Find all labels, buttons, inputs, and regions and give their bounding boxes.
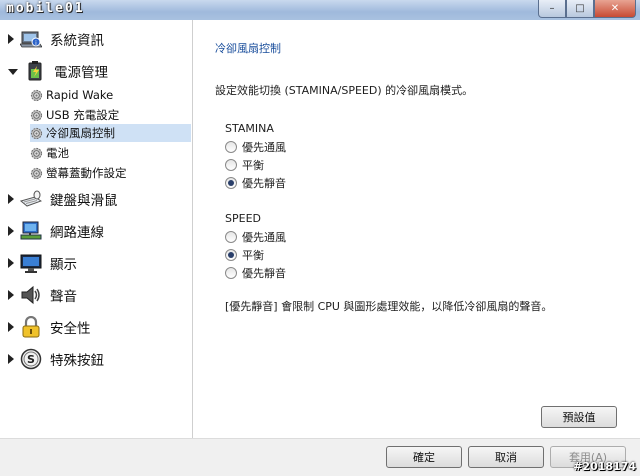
sidebar-item-label: 電源管理 [54, 65, 108, 81]
stamina-option-balanced[interactable]: 平衡 [225, 158, 264, 172]
radio-label: 優先靜音 [242, 177, 286, 190]
expand-arrow-icon[interactable] [8, 226, 14, 236]
page-description: 設定效能切換 (STAMINA/SPEED) 的冷卻風扇模式。 [215, 84, 474, 97]
dialog-footer: 確定 取消 套用(A) [0, 438, 640, 476]
sidebar-subitem-label: 電池 [46, 146, 69, 160]
expand-arrow-icon[interactable] [8, 34, 14, 44]
speed-option-ventilation[interactable]: 優先通風 [225, 230, 286, 244]
radio-button-selected[interactable] [225, 249, 237, 261]
watermark-text: #2018174 [573, 460, 636, 473]
sidebar-item-security[interactable]: 安全性 [0, 314, 192, 340]
close-button[interactable]: ✕ [594, 0, 636, 18]
sidebar-item-sound[interactable]: 聲音 [0, 282, 192, 308]
sidebar: i 系統資訊 電源管理 Rapid Wake USB 充電設定 冷卻風扇控制 電… [0, 20, 193, 438]
radio-button[interactable] [225, 267, 237, 279]
radio-label: 優先通風 [242, 141, 286, 154]
radio-button[interactable] [225, 231, 237, 243]
network-icon [20, 220, 42, 242]
collapse-arrow-icon[interactable] [8, 69, 18, 75]
gear-icon [30, 109, 43, 121]
expand-arrow-icon[interactable] [8, 194, 14, 204]
sidebar-item-power-management[interactable]: 電源管理 [0, 58, 192, 84]
expand-arrow-icon[interactable] [8, 290, 14, 300]
radio-label: 優先靜音 [242, 267, 286, 280]
gear-icon [30, 127, 43, 139]
stamina-option-quiet[interactable]: 優先靜音 [225, 176, 286, 190]
cancel-button[interactable]: 取消 [468, 446, 544, 468]
quiet-mode-note: [優先靜音] 會限制 CPU 與圖形處理效能，以降低冷卻風扇的聲音。 [225, 300, 553, 313]
gear-icon [30, 147, 43, 159]
sidebar-item-label: 網路連線 [50, 225, 104, 241]
title-bar: mobile01 – □ ✕ [0, 0, 640, 20]
sidebar-subitem-label: Rapid Wake [46, 88, 114, 102]
battery-power-icon [24, 60, 46, 82]
speaker-icon [20, 284, 42, 306]
expand-arrow-icon[interactable] [8, 258, 14, 268]
stamina-option-ventilation[interactable]: 優先通風 [225, 140, 286, 154]
radio-label: 優先通風 [242, 231, 286, 244]
sidebar-subitem-fan-control[interactable]: 冷卻風扇控制 [30, 124, 191, 142]
maximize-button[interactable]: □ [566, 0, 594, 18]
sidebar-subitem-rapid-wake[interactable]: Rapid Wake [30, 86, 190, 104]
page-title: 冷卻風扇控制 [215, 42, 281, 55]
sidebar-subitem-lid-action[interactable]: 螢幕蓋動作設定 [30, 164, 190, 182]
site-logo: mobile01 [6, 1, 85, 16]
expand-arrow-icon[interactable] [8, 354, 14, 364]
sidebar-subitem-label: USB 充電設定 [46, 108, 120, 122]
monitor-icon [20, 252, 42, 274]
sidebar-item-system-info[interactable]: i 系統資訊 [0, 26, 192, 52]
lock-icon [20, 316, 42, 338]
sidebar-item-label: 安全性 [50, 321, 91, 337]
speed-group-label: SPEED [225, 212, 261, 225]
sidebar-item-keyboard-mouse[interactable]: 鍵盤與滑鼠 [0, 186, 192, 212]
sidebar-item-label: 鍵盤與滑鼠 [50, 193, 118, 209]
minimize-button[interactable]: – [538, 0, 566, 18]
sidebar-item-label: 顯示 [50, 257, 77, 273]
radio-label: 平衡 [242, 249, 264, 262]
ok-button[interactable]: 確定 [386, 446, 462, 468]
sidebar-subitem-usb-charging[interactable]: USB 充電設定 [30, 106, 190, 124]
window-controls: – □ ✕ [538, 0, 636, 18]
radio-button[interactable] [225, 159, 237, 171]
sidebar-item-display[interactable]: 顯示 [0, 250, 192, 276]
radio-button[interactable] [225, 141, 237, 153]
default-button[interactable]: 預設值 [541, 406, 617, 428]
sidebar-item-special-buttons[interactable]: S 特殊按鈕 [0, 346, 192, 372]
gear-icon [30, 167, 43, 179]
speed-option-quiet[interactable]: 優先靜音 [225, 266, 286, 280]
sidebar-subitem-battery[interactable]: 電池 [30, 144, 190, 162]
sidebar-item-label: 系統資訊 [50, 33, 104, 49]
sidebar-item-network[interactable]: 網路連線 [0, 218, 192, 244]
gear-icon [30, 89, 43, 101]
sidebar-item-label: 特殊按鈕 [50, 353, 104, 369]
svg-text:S: S [27, 353, 35, 366]
sidebar-subitem-label: 螢幕蓋動作設定 [46, 166, 127, 180]
expand-arrow-icon[interactable] [8, 322, 14, 332]
radio-label: 平衡 [242, 159, 264, 172]
special-button-icon: S [20, 348, 42, 370]
settings-panel: 冷卻風扇控制 設定效能切換 (STAMINA/SPEED) 的冷卻風扇模式。 S… [193, 20, 640, 438]
speed-option-balanced[interactable]: 平衡 [225, 248, 264, 262]
keyboard-mouse-icon [20, 188, 42, 210]
sidebar-subitem-label: 冷卻風扇控制 [46, 126, 115, 140]
stamina-group-label: STAMINA [225, 122, 274, 135]
radio-button-selected[interactable] [225, 177, 237, 189]
laptop-info-icon: i [20, 28, 42, 50]
sidebar-item-label: 聲音 [50, 289, 77, 305]
